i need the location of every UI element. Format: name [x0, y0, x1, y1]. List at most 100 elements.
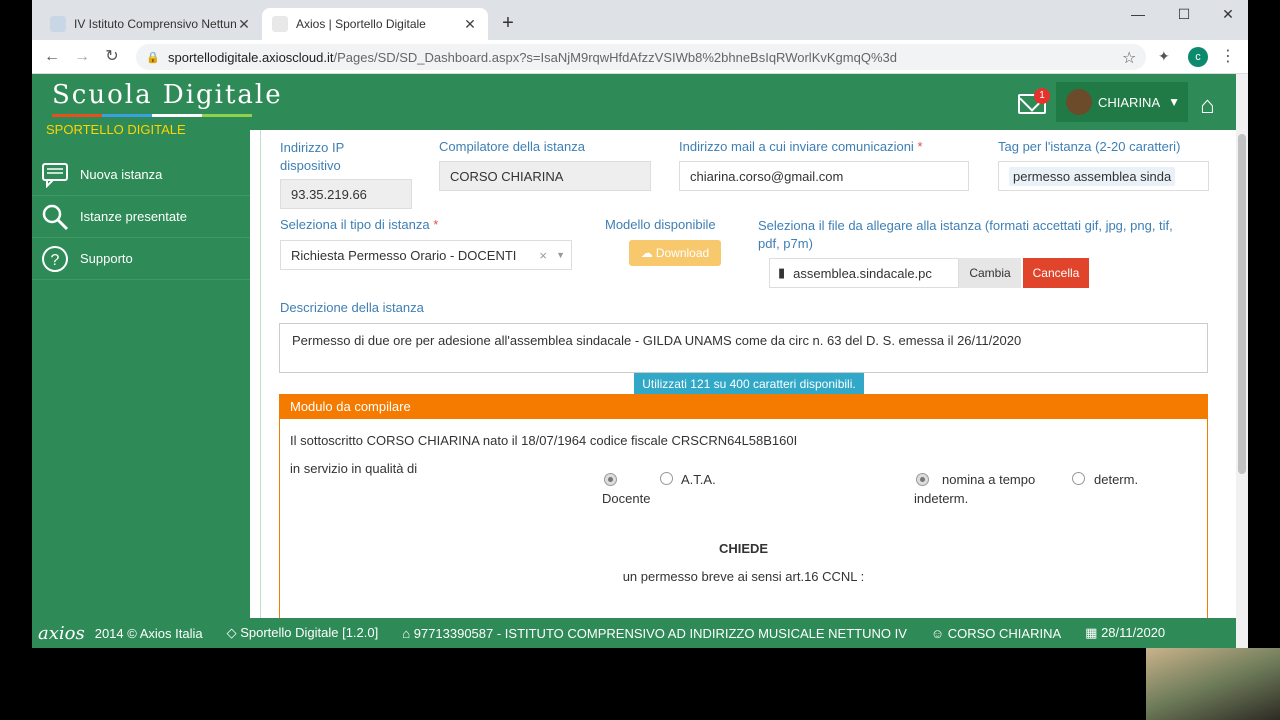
- user-icon: ☺: [930, 625, 948, 641]
- sidebar-item-nuova-istanza[interactable]: Nuova istanza: [32, 154, 250, 196]
- calendar-icon: ▦: [1085, 625, 1102, 640]
- character-counter: Utilizzati 121 su 400 caratteri disponib…: [634, 373, 864, 395]
- radio-determinato[interactable]: [1072, 472, 1085, 485]
- main-content: Indirizzo IP dispositivo 93.35.219.66 Co…: [250, 130, 1236, 618]
- axios-logo: axios: [38, 622, 85, 644]
- footer-version: ◇ Sportello Digitale [1.2.0]: [227, 625, 379, 641]
- close-icon[interactable]: ✕: [462, 16, 478, 33]
- footer-date-text: 28/11/2020: [1101, 625, 1166, 640]
- radio-indeterminato-label: nomina a tempo: [942, 472, 1036, 487]
- maximize-button[interactable]: ☐: [1164, 6, 1204, 23]
- browser-menu-icon[interactable]: ⋮: [1220, 46, 1236, 66]
- webcam-overlay: [1146, 648, 1280, 720]
- ip-field: 93.35.219.66: [280, 179, 412, 209]
- radio-determinato-label: determ.: [1094, 472, 1139, 487]
- back-button[interactable]: ←: [40, 46, 64, 68]
- close-icon[interactable]: ✕: [236, 16, 252, 33]
- file-field[interactable]: ▮ assemblea.sindacale.pc: [769, 258, 959, 288]
- school-favicon-icon: [50, 16, 66, 32]
- vertical-scrollbar[interactable]: [1236, 74, 1248, 648]
- footer-user-text: CORSO CHIARINA: [947, 625, 1062, 641]
- required-mark: *: [917, 139, 923, 154]
- tag-chip: permesso assemblea sinda: [1009, 166, 1176, 186]
- minimize-button[interactable]: —: [1118, 6, 1158, 22]
- scuola-digitale-logo[interactable]: Scuola Digitale: [52, 80, 283, 110]
- tag-label: Tag per l'istanza (2-20 caratteri): [998, 139, 1181, 154]
- radio-indeterminato-label-2: indeterm.: [914, 491, 969, 506]
- sidebar-item-supporto[interactable]: ? Supporto: [32, 238, 250, 280]
- svg-text:?: ?: [51, 252, 60, 269]
- sidebar-subtitle: SPORTELLO DIGITALE: [46, 122, 186, 137]
- browser-window: IV Istituto Comprensivo Nettuno ✕ Axios …: [32, 0, 1248, 648]
- type-label-text: Seleziona il tipo di istanza: [280, 217, 430, 232]
- download-label: Download: [655, 246, 710, 260]
- model-label: Modello disponibile: [605, 217, 716, 232]
- user-name: CHIARINA: [1098, 94, 1161, 110]
- footer-copyright: 2014 © Axios Italia: [94, 625, 203, 641]
- reload-button[interactable]: ↻: [100, 46, 124, 68]
- radio-ata-label: A.T.A.: [681, 472, 716, 487]
- tab-axios[interactable]: Axios | Sportello Digitale ✕: [262, 8, 488, 40]
- bookmark-star-icon[interactable]: ☆: [1122, 48, 1136, 68]
- compiler-label: Compilatore della istanza: [439, 139, 585, 154]
- change-file-button[interactable]: Cambia: [959, 258, 1021, 288]
- radio-docente-label: Docente: [602, 491, 651, 506]
- home-icon[interactable]: ⌂: [1200, 94, 1224, 118]
- address-bar[interactable]: 🔒 sportellodigitale.axioscloud.it/Pages/…: [136, 44, 1146, 70]
- sidebar-item-istanze-presentate[interactable]: Istanze presentate: [32, 196, 250, 238]
- radio-ata[interactable]: [660, 472, 673, 485]
- compiler-field: CORSO CHIARINA: [439, 161, 651, 191]
- footer: axios 2014 © Axios Italia ◇ Sportello Di…: [32, 618, 1236, 648]
- service-line: in servizio in qualità di: [290, 461, 418, 476]
- forward-button[interactable]: →: [70, 46, 94, 68]
- footer-date: ▦ 28/11/2020: [1085, 625, 1165, 641]
- lock-icon: 🔒: [146, 52, 160, 64]
- modulo-title: Modulo da compilare: [280, 395, 1207, 419]
- clear-icon[interactable]: ×: [539, 248, 547, 263]
- modulo-section: Modulo da compilare Il sottoscritto CORS…: [279, 394, 1208, 618]
- tab-title: Axios | Sportello Digitale: [296, 17, 426, 31]
- download-button[interactable]: ☁ Download: [629, 240, 721, 266]
- sidebar: SPORTELLO DIGITALE Nuova istanza Istanze…: [32, 122, 250, 618]
- footer-school-text: 97713390587 - ISTITUTO COMPRENSIVO AD IN…: [413, 625, 907, 641]
- permesso-line: un permesso breve ai sensi art.16 CCNL :: [622, 569, 865, 584]
- sidebar-item-label: Nuova istanza: [80, 167, 163, 182]
- radio-docente[interactable]: [604, 473, 617, 486]
- footer-school: ⌂ 97713390587 - ISTITUTO COMPRENSIVO AD …: [402, 626, 907, 641]
- browser-toolbar: ← → ↻ 🔒 sportellodigitale.axioscloud.it /…: [32, 40, 1248, 74]
- file-icon: ▮: [778, 265, 786, 280]
- footer-version-text: Sportello Digitale [1.2.0]: [240, 625, 379, 640]
- logo-underline: [52, 114, 252, 117]
- profile-avatar[interactable]: c: [1188, 47, 1208, 67]
- extensions-icon[interactable]: ✦: [1158, 48, 1170, 65]
- chevron-down-icon: ▼: [1168, 95, 1181, 109]
- radio-indeterminato[interactable]: [916, 473, 929, 486]
- user-menu-button[interactable]: CHIARINA ▼: [1056, 82, 1188, 122]
- description-label: Descrizione della istanza: [280, 300, 424, 315]
- chat-icon: [40, 160, 70, 190]
- cancel-file-button[interactable]: Cancella: [1023, 258, 1089, 288]
- window-close-button[interactable]: ✕: [1208, 6, 1248, 23]
- description-textarea[interactable]: Permesso di due ore per adesione all'ass…: [279, 323, 1208, 373]
- required-mark: *: [433, 217, 439, 232]
- chevron-down-icon[interactable]: ▼: [556, 250, 565, 260]
- home-icon: ⌂: [402, 625, 414, 641]
- scrollbar-thumb[interactable]: [1238, 134, 1246, 474]
- ip-label: Indirizzo IP dispositivo: [280, 140, 345, 173]
- tab-strip: IV Istituto Comprensivo Nettuno ✕ Axios …: [32, 0, 1248, 40]
- sidebar-item-label: Supporto: [80, 251, 133, 266]
- new-tab-button[interactable]: +: [496, 12, 520, 35]
- mail-label: Indirizzo mail a cui inviare comunicazio…: [679, 139, 923, 154]
- tab-title: IV Istituto Comprensivo Nettuno: [74, 17, 236, 31]
- mail-label-text: Indirizzo mail a cui inviare comunicazio…: [679, 139, 914, 154]
- type-select[interactable]: Richiesta Permesso Orario - DOCENTI × ▼: [280, 240, 572, 270]
- tab-istituto[interactable]: IV Istituto Comprensivo Nettuno ✕: [40, 8, 262, 40]
- sidebar-item-label: Istanze presentate: [80, 209, 187, 224]
- email-field[interactable]: chiarina.corso@gmail.com: [679, 161, 969, 191]
- declaration-line: Il sottoscritto CORSO CHIARINA nato il 1…: [290, 433, 798, 448]
- chiede-heading: CHIEDE: [718, 541, 769, 556]
- type-select-value: Richiesta Permesso Orario - DOCENTI: [291, 247, 517, 263]
- tag-field[interactable]: permesso assemblea sinda: [998, 161, 1209, 191]
- type-label: Seleziona il tipo di istanza *: [280, 217, 438, 232]
- footer-user: ☺ CORSO CHIARINA: [931, 626, 1061, 641]
